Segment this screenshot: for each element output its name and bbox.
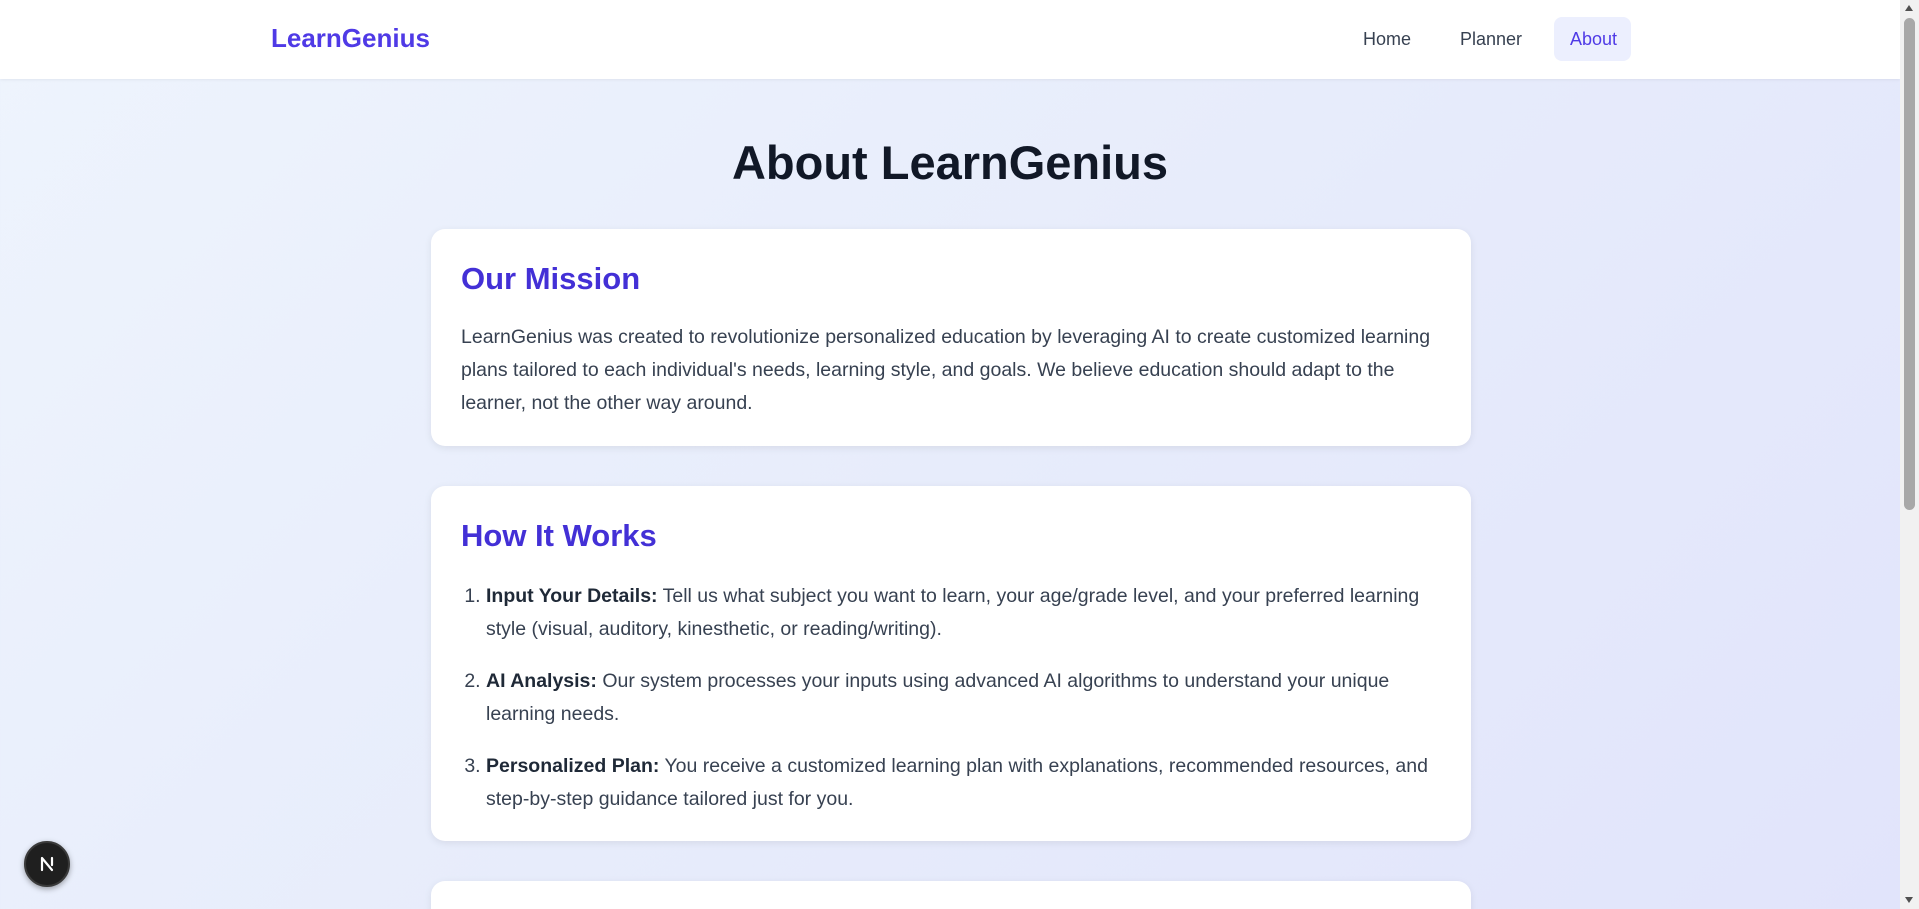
step-title: AI Analysis:: [486, 670, 597, 692]
nextjs-dev-button[interactable]: [24, 841, 70, 887]
page-title: About LearnGenius: [731, 136, 1169, 189]
step-title: Input Your Details:: [486, 585, 658, 607]
nav-link-home[interactable]: Home: [1347, 17, 1427, 61]
top-navbar: LearnGenius Home Planner About: [0, 0, 1900, 79]
vertical-scrollbar[interactable]: [1900, 0, 1919, 909]
how-it-works-heading: How It Works: [461, 518, 657, 553]
mission-card: Our Mission LearnGenius was created to r…: [431, 229, 1471, 446]
scrollbar-thumb[interactable]: [1904, 18, 1915, 510]
brand-logo[interactable]: LearnGenius: [271, 23, 430, 54]
step-item: Input Your Details: Tell us what subject…: [486, 580, 1446, 646]
step-item: Personalized Plan: You receive a customi…: [486, 750, 1446, 816]
step-item: AI Analysis: Our system processes your i…: [486, 665, 1446, 731]
nextjs-icon: [40, 856, 54, 872]
steps-list: Input Your Details: Tell us what subject…: [461, 580, 1446, 835]
step-title: Personalized Plan:: [486, 755, 660, 777]
next-card: [431, 881, 1471, 909]
scroll-down-arrow-icon[interactable]: [1905, 897, 1913, 903]
how-it-works-card: How It Works Input Your Details: Tell us…: [431, 486, 1471, 841]
mission-heading: Our Mission: [461, 261, 641, 296]
nav-link-planner[interactable]: Planner: [1444, 17, 1537, 61]
step-text: Our system processes your inputs using a…: [486, 670, 1390, 725]
nav-link-about[interactable]: About: [1554, 17, 1631, 61]
scroll-up-arrow-icon[interactable]: [1905, 5, 1913, 11]
mission-text: LearnGenius was created to revolutionize…: [461, 326, 1431, 414]
